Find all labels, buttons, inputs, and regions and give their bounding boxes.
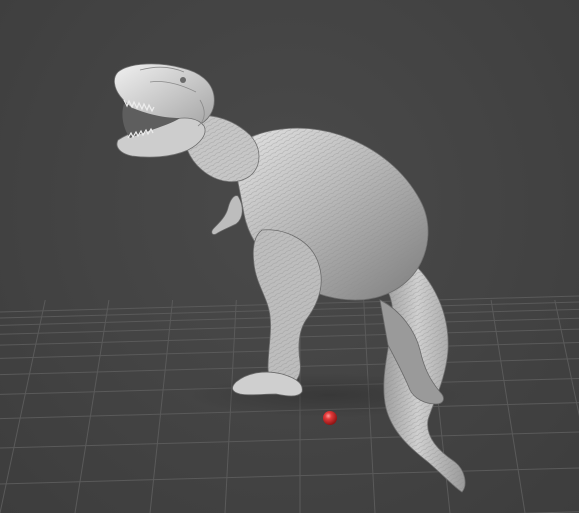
grid-line: [149, 299, 174, 513]
viewport-scene[interactable]: [0, 0, 579, 513]
trex-model[interactable]: [114, 63, 466, 493]
pivot-marker[interactable]: [323, 411, 337, 425]
grid-line: [0, 299, 46, 513]
3d-viewport[interactable]: [0, 0, 579, 513]
trex-eye: [180, 77, 186, 83]
grid-line: [554, 299, 579, 417]
trex-arm: [211, 195, 243, 235]
grid-line: [0, 467, 579, 485]
grid-line: [490, 299, 526, 513]
